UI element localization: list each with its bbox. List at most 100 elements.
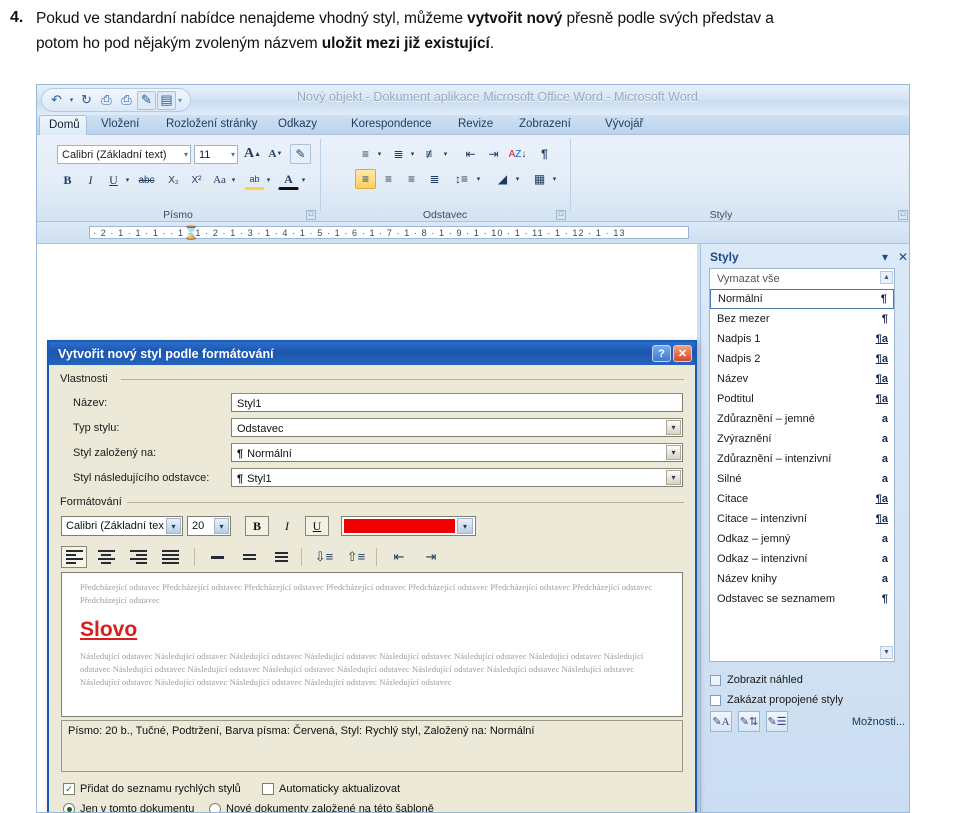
reading-view-icon[interactable]: ▤ bbox=[157, 90, 176, 110]
paragraph-dialog-launcher-icon[interactable]: □ bbox=[556, 210, 566, 220]
dialog-font-name-combo[interactable]: Calibri (Základní tex ▾ bbox=[61, 516, 183, 536]
change-case-dropdown-icon[interactable]: ▾ bbox=[228, 170, 239, 190]
style-row-odkaz-intenzivni[interactable]: Odkaz – intenzivní a bbox=[710, 549, 894, 569]
style-row-zduraznena-jemne[interactable]: Zdůraznění – jemné a bbox=[710, 409, 894, 429]
highlight-dropdown-icon[interactable]: ▾ bbox=[263, 170, 274, 190]
tab-korespondence[interactable]: Korespondence bbox=[342, 115, 441, 135]
style-row-silne[interactable]: Silné a bbox=[710, 469, 894, 489]
list-scroll-down-icon[interactable]: ▼ bbox=[880, 646, 893, 659]
dialog-italic-button[interactable]: I bbox=[275, 516, 299, 536]
underline-dropdown-icon[interactable]: ▾ bbox=[122, 170, 133, 190]
options-link[interactable]: Možnosti... bbox=[852, 716, 905, 728]
style-row-nazev[interactable]: Název ¶a bbox=[710, 369, 894, 389]
tab-vlozeni[interactable]: Vložení bbox=[92, 115, 148, 135]
chevron-down-icon[interactable]: ▾ bbox=[666, 470, 681, 485]
line-spacing-double-button[interactable] bbox=[268, 546, 294, 568]
radio-new-documents[interactable]: Nové dokumenty založené na této šabloně bbox=[209, 803, 434, 812]
superscript-icon[interactable]: X² bbox=[186, 170, 207, 190]
font-color-combo[interactable]: ▾ bbox=[341, 516, 476, 536]
shading-dropdown-icon[interactable]: ▾ bbox=[512, 169, 523, 189]
strikethrough-icon[interactable]: abc bbox=[136, 170, 157, 190]
dialog-title-bar[interactable]: Vytvořit nový styl podle formátování ? ✕ bbox=[49, 342, 695, 365]
font-name-combo[interactable]: Calibri (Základní text) ▾ bbox=[57, 145, 191, 164]
undo-dropdown-icon[interactable]: ▾ bbox=[67, 91, 76, 110]
name-input[interactable]: Styl1 bbox=[231, 393, 683, 412]
tab-odkazy[interactable]: Odkazy bbox=[269, 115, 326, 135]
numbering-icon[interactable]: ≣ bbox=[388, 144, 409, 164]
radio-this-document[interactable]: Jen v tomto dokumentu bbox=[63, 803, 194, 812]
multilevel-dropdown-icon[interactable]: ▾ bbox=[440, 144, 451, 164]
align-left-button[interactable] bbox=[61, 546, 87, 568]
close-icon[interactable]: ✕ bbox=[673, 345, 692, 362]
increase-indent-icon[interactable]: ⇥ bbox=[483, 144, 504, 164]
chevron-down-icon[interactable]: ▾ bbox=[214, 518, 229, 534]
show-marks-icon[interactable]: ¶ bbox=[534, 144, 555, 164]
qat-overflow-icon[interactable]: ▾ bbox=[177, 96, 183, 105]
bold-icon[interactable]: B bbox=[57, 170, 78, 190]
clear-formatting-icon[interactable]: ✎ bbox=[290, 144, 311, 164]
style-row-clear-all[interactable]: Vymazat vše bbox=[710, 269, 894, 289]
dialog-underline-button[interactable]: U bbox=[305, 516, 329, 536]
numbering-dropdown-icon[interactable]: ▾ bbox=[407, 144, 418, 164]
style-row-odkaz-jemny[interactable]: Odkaz – jemný a bbox=[710, 529, 894, 549]
style-row-nazev-knihy[interactable]: Název knihy a bbox=[710, 569, 894, 589]
tab-revize[interactable]: Revize bbox=[449, 115, 502, 135]
sort-icon[interactable]: A Z ↓ bbox=[507, 144, 528, 164]
underline-icon[interactable]: U bbox=[103, 170, 124, 190]
font-color-dropdown-icon[interactable]: ▾ bbox=[298, 170, 309, 190]
line-spacing-dropdown-icon[interactable]: ▾ bbox=[473, 169, 484, 189]
multilevel-list-icon[interactable]: ≢ bbox=[421, 144, 442, 164]
next-style-combo[interactable]: ¶ Styl1 ▾ bbox=[231, 468, 683, 487]
style-row-podtitul[interactable]: Podtitul ¶a bbox=[710, 389, 894, 409]
indent-marker-icon[interactable]: ⌛ bbox=[183, 223, 199, 243]
bullets-icon[interactable]: ≡ bbox=[355, 144, 376, 164]
style-type-combo[interactable]: Odstavec ▾ bbox=[231, 418, 683, 437]
style-row-zvyrazneni[interactable]: Zvýraznění a bbox=[710, 429, 894, 449]
chevron-down-icon[interactable]: ▾ bbox=[166, 518, 181, 534]
italic-icon[interactable]: I bbox=[80, 170, 101, 190]
style-row-citace[interactable]: Citace ¶a bbox=[710, 489, 894, 509]
align-right-button[interactable] bbox=[125, 546, 151, 568]
help-icon[interactable]: ? bbox=[652, 345, 671, 362]
subscript-icon[interactable]: X₂ bbox=[163, 170, 184, 190]
chevron-down-icon[interactable]: ▾ bbox=[457, 518, 473, 534]
shading-icon[interactable]: ◢ bbox=[492, 169, 513, 189]
print-icon[interactable]: ⎙ bbox=[117, 91, 136, 110]
tab-domu[interactable]: Domů bbox=[39, 115, 87, 135]
highlight-color-icon[interactable]: ab bbox=[244, 170, 265, 190]
line-spacing-single-button[interactable] bbox=[204, 546, 230, 568]
style-row-normalni[interactable]: Normální ¶ bbox=[710, 289, 894, 309]
align-center-button[interactable] bbox=[93, 546, 119, 568]
align-right-icon[interactable]: ≡ bbox=[401, 169, 422, 189]
grow-font-icon[interactable]: A ▲ bbox=[242, 144, 263, 164]
font-dialog-launcher-icon[interactable]: □ bbox=[306, 210, 316, 220]
checkbox-disable-linked[interactable]: Zakázat propojené styly bbox=[710, 694, 843, 706]
tab-zobrazeni[interactable]: Zobrazení bbox=[510, 115, 580, 135]
checkbox-show-preview[interactable]: Zobrazit náhled bbox=[710, 674, 803, 686]
checkbox-auto-update[interactable]: Automaticky aktualizovat bbox=[262, 783, 400, 795]
styles-list[interactable]: Vymazat vše Normální ¶ Bez mezer ¶ Nadpi… bbox=[709, 268, 895, 662]
horizontal-ruler[interactable]: · 2 · 1 · 1 · 1 · · 1 · 1 · 2 · 1 · 3 · … bbox=[37, 222, 909, 244]
tab-vyvojar[interactable]: Vývojář bbox=[596, 115, 652, 135]
shrink-font-icon[interactable]: A ▼ bbox=[265, 144, 286, 164]
spelling-icon[interactable]: ✎ bbox=[137, 90, 156, 110]
decrease-indent-button[interactable]: ⇤ bbox=[386, 546, 412, 568]
align-left-icon[interactable]: ≡ bbox=[355, 169, 376, 189]
checkbox-add-to-quickstyles[interactable]: ✓ Přidat do seznamu rychlých stylů bbox=[63, 783, 241, 795]
increase-spacing-before-button[interactable]: ⇧≡ bbox=[343, 546, 369, 568]
based-on-combo[interactable]: ¶ Normální ▾ bbox=[231, 443, 683, 462]
style-row-odstavec-se-seznamem[interactable]: Odstavec se seznamem ¶ bbox=[710, 589, 894, 609]
style-row-bez-mezer[interactable]: Bez mezer ¶ bbox=[710, 309, 894, 329]
bullets-dropdown-icon[interactable]: ▾ bbox=[374, 144, 385, 164]
manage-styles-icon[interactable]: ✎☰ bbox=[766, 711, 788, 732]
line-spacing-icon[interactable]: ↕≡ bbox=[451, 169, 472, 189]
chevron-down-icon[interactable]: ▾ bbox=[666, 420, 681, 435]
style-inspector-icon[interactable]: ✎⇅ bbox=[738, 711, 760, 732]
quick-access-toolbar[interactable]: ↶ ▾ ↻ ⎙ ⎙ ✎ ▤ ▾ bbox=[41, 88, 191, 112]
print-preview-icon[interactable]: ⎙ bbox=[97, 91, 116, 110]
dialog-font-size-combo[interactable]: 20 ▾ bbox=[187, 516, 231, 536]
line-spacing-1-5-button[interactable] bbox=[236, 546, 262, 568]
change-case-icon[interactable]: Aa bbox=[209, 170, 230, 190]
borders-dropdown-icon[interactable]: ▾ bbox=[549, 169, 560, 189]
close-icon[interactable]: ✕ bbox=[894, 250, 909, 264]
